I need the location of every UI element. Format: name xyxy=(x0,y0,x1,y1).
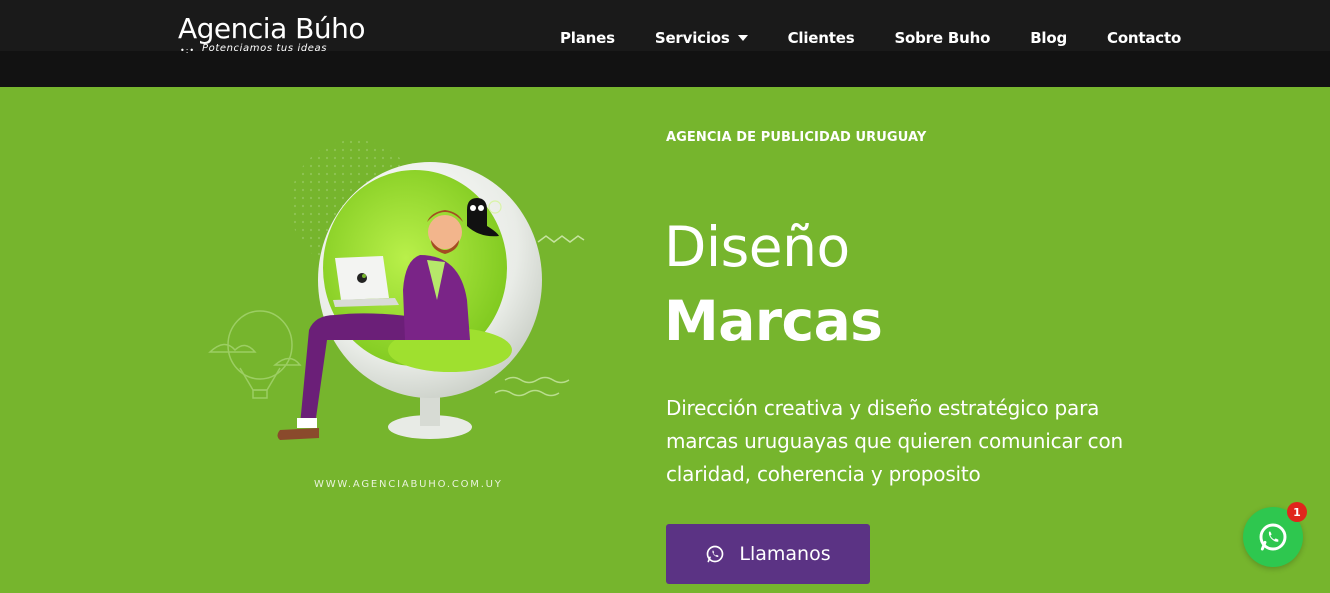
hero-description: Dirección creativa y diseño estratégico … xyxy=(666,396,1123,486)
whatsapp-icon xyxy=(1259,523,1287,551)
hot-air-balloon-icon xyxy=(208,310,302,399)
nav-item-sobre-buho[interactable]: Sobre Buho xyxy=(894,29,990,47)
zigzag-decoration xyxy=(537,235,585,243)
wave-decoration xyxy=(494,376,570,397)
main-nav: Planes Servicios Clientes Sobre Buho Blo… xyxy=(560,27,1181,49)
hero-illustration xyxy=(208,140,585,440)
hero-title-line1: Diseño xyxy=(664,215,850,279)
whatsapp-icon xyxy=(707,545,724,563)
logo-title: Agencia Búho xyxy=(178,12,365,45)
nav-item-planes[interactable]: Planes xyxy=(560,29,615,47)
notification-badge: 1 xyxy=(1287,502,1307,522)
nav-label: Clientes xyxy=(787,29,855,47)
nav-label: Planes xyxy=(560,29,615,47)
site-header: Agencia Búho •:• Potenciamos tus ideas P… xyxy=(0,0,1330,87)
hero-eyebrow: AGENCIA DE PUBLICIDAD URUGUAY xyxy=(666,130,927,145)
logo-tagline: Potenciamos tus ideas xyxy=(202,43,328,54)
hero-title-line2: Marcas xyxy=(664,289,883,353)
nav-item-blog[interactable]: Blog xyxy=(1030,29,1067,47)
illustration-url-text: WWW.AGENCIABUHO.COM.UY xyxy=(314,479,503,490)
nav-item-contacto[interactable]: Contacto xyxy=(1107,29,1181,47)
nav-label: Servicios xyxy=(654,29,730,47)
nav-item-clientes[interactable]: Clientes xyxy=(788,29,855,47)
caret-down-icon xyxy=(737,35,748,41)
call-button-label: Llamanos xyxy=(739,543,831,565)
nav-label: Contacto xyxy=(1107,29,1182,47)
brand-logo[interactable]: Agencia Búho •:• Potenciamos tus ideas xyxy=(178,12,365,56)
nav-label: Sobre Buho xyxy=(894,29,991,47)
call-button[interactable]: Llamanos xyxy=(666,524,870,584)
nav-label: Blog xyxy=(1030,29,1068,47)
logo-dots-icon: •:• xyxy=(180,46,196,55)
nav-item-servicios[interactable]: Servicios xyxy=(655,29,748,47)
